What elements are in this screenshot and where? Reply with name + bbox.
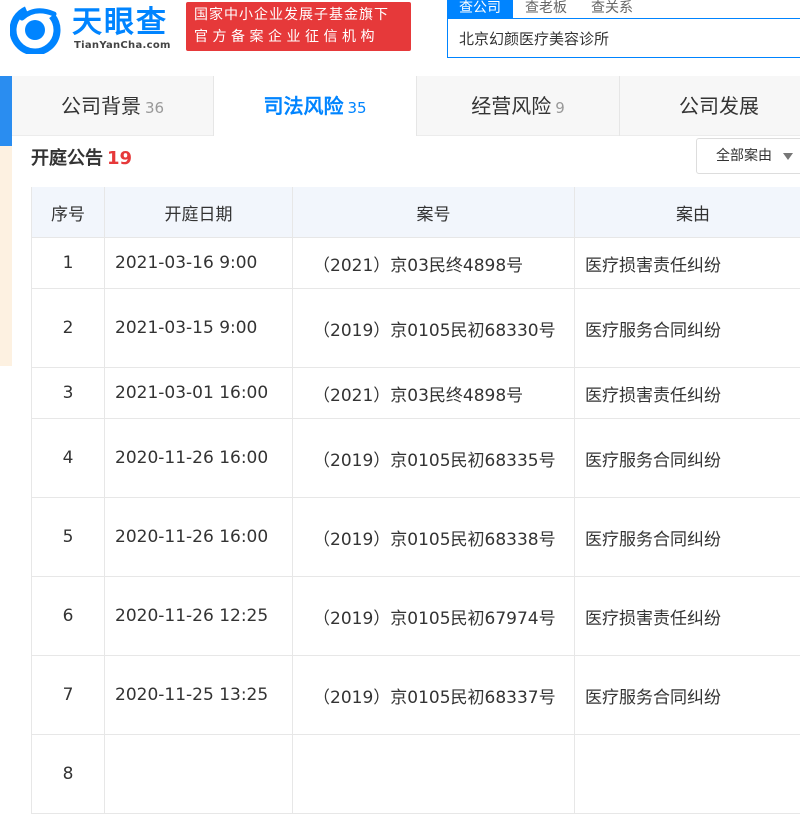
- table-row[interactable]: 3 2021-03-01 16:00 （2021）京03民终4898号 医疗损害…: [31, 368, 800, 419]
- table-row[interactable]: 2 2021-03-15 9:00 （2019）京0105民初68330号 医疗…: [31, 289, 800, 368]
- row-date: 2021-03-15 9:00: [105, 289, 293, 367]
- header-date: 开庭日期: [105, 187, 293, 237]
- row-case-no[interactable]: （2019）京0105民初68337号: [293, 656, 575, 734]
- site-header: 天眼查 TianYanCha.com 国家中小企业发展子基金旗下 官方备案企业征…: [0, 0, 800, 70]
- row-cause: 医疗损害责任纠纷: [585, 255, 721, 276]
- row-date: 2021-03-01 16:00: [105, 368, 293, 418]
- left-decoration-accent: [0, 76, 12, 146]
- row-case-no[interactable]: （2019）京0105民初68330号: [293, 289, 575, 367]
- search-tab-company[interactable]: 查公司: [447, 0, 513, 18]
- filter-label: 全部案由: [716, 148, 772, 164]
- tianyancha-logo-icon: [10, 4, 61, 54]
- row-date: 2021-03-16 9:00: [105, 238, 293, 288]
- promo-line-1: 国家中小企业发展子基金旗下: [194, 7, 389, 23]
- section-title-text: 开庭公告: [31, 148, 103, 169]
- row-case-no[interactable]: （2021）京03民终4898号: [293, 238, 575, 288]
- tab-label: 司法风险: [263, 94, 344, 118]
- search-box: [447, 18, 800, 58]
- row-case-no[interactable]: （2019）京0105民初67974号: [293, 577, 575, 655]
- row-date: [105, 735, 293, 813]
- table-row[interactable]: 7 2020-11-25 13:25 （2019）京0105民初68337号 医…: [31, 656, 800, 735]
- tab-count: 35: [347, 99, 367, 117]
- search-type-tabs: 查公司 查老板 查关系: [447, 0, 645, 18]
- tab-company-development[interactable]: 公司发展: [620, 76, 800, 136]
- row-cause: 医疗损害责任纠纷: [585, 385, 721, 406]
- promo-line-2: 官方备案企业征信机构: [194, 29, 379, 45]
- tab-label: 公司背景: [60, 94, 141, 118]
- tab-count: 36: [144, 99, 165, 117]
- row-case-no[interactable]: （2019）京0105民初68338号: [293, 498, 575, 576]
- table-header-row: 序号 开庭日期 案号 案由: [31, 187, 800, 238]
- promo-banner[interactable]: 国家中小企业发展子基金旗下 官方备案企业征信机构: [186, 2, 411, 51]
- table-row[interactable]: 8: [31, 735, 800, 814]
- search-tab-relation[interactable]: 查关系: [579, 0, 645, 18]
- tab-company-background[interactable]: 公司背景 36: [12, 76, 214, 136]
- section-count: 19: [107, 148, 133, 169]
- site-logo[interactable]: 天眼查 TianYanCha.com: [10, 4, 180, 54]
- table-row[interactable]: 5 2020-11-26 16:00 （2019）京0105民初68338号 医…: [31, 498, 800, 577]
- row-cause: 医疗服务合同纠纷: [585, 687, 721, 708]
- row-no: 4: [31, 419, 105, 497]
- row-date: 2020-11-25 13:25: [105, 656, 293, 734]
- row-date: 2020-11-26 12:25: [105, 577, 293, 655]
- row-case-no[interactable]: [293, 735, 575, 813]
- section-title: 开庭公告 19: [31, 144, 132, 170]
- row-no: 8: [31, 735, 105, 813]
- logo-title: 天眼查: [72, 5, 168, 40]
- header-cause: 案由: [676, 204, 710, 225]
- court-notice-table: 序号 开庭日期 案号 案由 1 2021-03-16 9:00 （2021）京0…: [31, 187, 800, 814]
- row-no: 1: [31, 238, 105, 288]
- search-tab-boss[interactable]: 查老板: [513, 0, 579, 18]
- table-row[interactable]: 6 2020-11-26 12:25 （2019）京0105民初67974号 医…: [31, 577, 800, 656]
- row-case-no[interactable]: （2019）京0105民初68335号: [293, 419, 575, 497]
- row-cause: 医疗服务合同纠纷: [585, 529, 721, 550]
- row-cause: [575, 735, 800, 813]
- case-cause-filter[interactable]: 全部案由: [696, 138, 800, 174]
- search-input[interactable]: [448, 19, 800, 57]
- tab-operating-risk[interactable]: 经营风险 9: [417, 76, 620, 136]
- tab-judicial-risk[interactable]: 司法风险 35: [214, 76, 417, 136]
- caret-down-icon: [783, 153, 793, 160]
- row-date: 2020-11-26 16:00: [105, 419, 293, 497]
- tab-count: 9: [555, 99, 565, 117]
- row-cause: 医疗损害责任纠纷: [585, 608, 721, 629]
- row-no: 3: [31, 368, 105, 418]
- row-date: 2020-11-26 16:00: [105, 498, 293, 576]
- tab-label: 经营风险: [471, 94, 552, 118]
- row-no: 2: [31, 289, 105, 367]
- table-row[interactable]: 1 2021-03-16 9:00 （2021）京03民终4898号 医疗损害责…: [31, 238, 800, 289]
- table-row[interactable]: 4 2020-11-26 16:00 （2019）京0105民初68335号 医…: [31, 419, 800, 498]
- row-no: 6: [31, 577, 105, 655]
- header-no: 序号: [31, 187, 105, 237]
- row-no: 7: [31, 656, 105, 734]
- row-cause: 医疗服务合同纠纷: [585, 320, 721, 341]
- row-case-no[interactable]: （2021）京03民终4898号: [293, 368, 575, 418]
- tab-label: 公司发展: [679, 94, 759, 118]
- row-no: 5: [31, 498, 105, 576]
- header-case-no: 案号: [293, 187, 575, 237]
- row-cause: 医疗服务合同纠纷: [585, 450, 721, 471]
- logo-domain: TianYanCha.com: [74, 40, 171, 51]
- section-tabs: 公司背景 36 司法风险 35 经营风险 9 公司发展: [12, 76, 800, 136]
